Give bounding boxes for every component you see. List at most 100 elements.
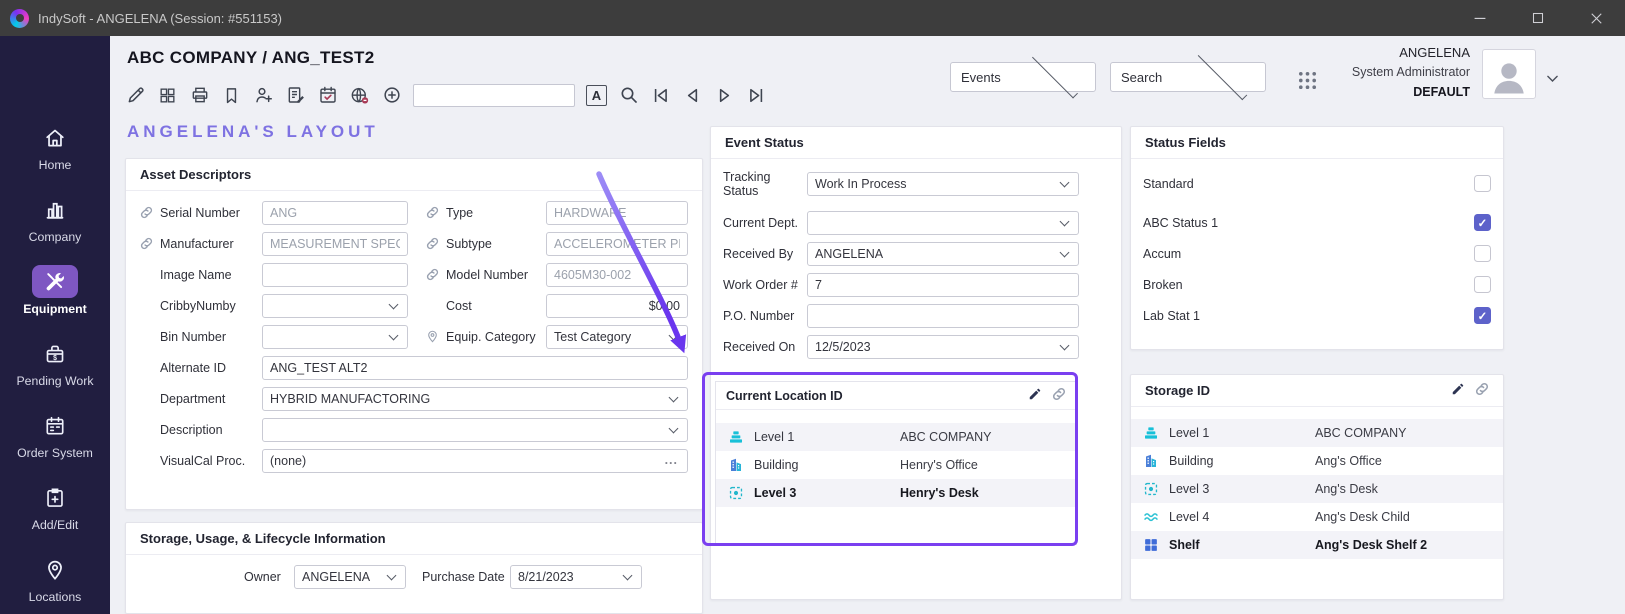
- equip-category-select[interactable]: Test Category: [546, 325, 688, 349]
- abc-status-1-checkbox[interactable]: [1474, 214, 1491, 231]
- building-icon: [1143, 453, 1169, 469]
- owner-select[interactable]: ANGELENA: [294, 565, 406, 589]
- sidebar-item-company[interactable]: Company: [0, 193, 110, 244]
- location-value: Ang's Desk Child: [1315, 510, 1410, 524]
- user-menu-chevron-icon[interactable]: [1544, 70, 1561, 90]
- alternate-id-input[interactable]: [262, 356, 688, 380]
- department-select[interactable]: HYBRID MANUFACTORING: [262, 387, 688, 411]
- maximize-button[interactable]: [1509, 0, 1567, 36]
- subtype-input[interactable]: [546, 232, 688, 256]
- sidebar-item-locations[interactable]: Locations: [0, 553, 110, 604]
- location-row[interactable]: Level 4 Ang's Desk Child: [1131, 503, 1503, 531]
- chevron-down-icon: [1060, 340, 1070, 350]
- purchase-date-select[interactable]: 8/21/2023: [510, 565, 642, 589]
- model-number-input[interactable]: [546, 263, 688, 287]
- broken-checkbox[interactable]: [1474, 276, 1491, 293]
- location-row[interactable]: Building Ang's Office: [1131, 447, 1503, 475]
- location-row[interactable]: Building Henry's Office: [716, 451, 1076, 479]
- bookmark-button[interactable]: [221, 85, 242, 106]
- visualcal-proc-input[interactable]: (none) ...: [262, 449, 688, 473]
- add-record-button[interactable]: [381, 85, 402, 106]
- minimize-button[interactable]: [1451, 0, 1509, 36]
- chevron-down-icon: [623, 570, 633, 580]
- current-location-rows: Level 1 ABC COMPANY Building Henry's Off…: [716, 410, 1076, 507]
- toolbar-search-input[interactable]: [413, 84, 575, 107]
- document-edit-button[interactable]: [285, 85, 306, 106]
- received-on-select[interactable]: 12/5/2023: [807, 335, 1079, 359]
- accum-checkbox[interactable]: [1474, 245, 1491, 262]
- image-name-input[interactable]: [262, 263, 408, 287]
- storage-usage-row: Owner ANGELENA Purchase Date 8/21/2023: [126, 564, 702, 589]
- edit-location-pencil-icon[interactable]: [1028, 387, 1042, 404]
- copy-record-button[interactable]: [157, 85, 178, 106]
- location-row[interactable]: Level 1 ABC COMPANY: [716, 423, 1076, 451]
- status-label: ABC Status 1: [1143, 216, 1218, 230]
- edit-record-button[interactable]: [125, 85, 146, 106]
- select-value: 8/21/2023: [518, 570, 616, 584]
- chevron-down-icon: [1060, 247, 1070, 257]
- next-record-button[interactable]: [714, 85, 735, 106]
- level-1-icon: [728, 429, 754, 445]
- globe-button[interactable]: [349, 85, 370, 106]
- field-label: Alternate ID: [160, 361, 262, 375]
- field-label: VisualCal Proc.: [160, 454, 262, 468]
- apps-grid-icon[interactable]: [1296, 69, 1319, 95]
- status-fields-body: Standard ABC Status 1 Accum Broken Lab S…: [1131, 159, 1503, 328]
- link-location-icon[interactable]: [1052, 387, 1066, 404]
- current-dept-select[interactable]: [807, 211, 1079, 235]
- chevron-down-icon: [387, 570, 397, 580]
- storage-usage-panel: Storage, Usage, & Lifecycle Information …: [125, 522, 703, 614]
- serial-number-input[interactable]: [262, 201, 408, 225]
- sidebar-item-pending-work[interactable]: Pending Work: [0, 337, 110, 388]
- manufacturer-input[interactable]: [262, 232, 408, 256]
- status-row: ABC Status 1: [1143, 210, 1491, 235]
- standard-checkbox[interactable]: [1474, 175, 1491, 192]
- status-label: Lab Stat 1: [1143, 309, 1200, 323]
- sidebar-item-home[interactable]: Home: [0, 121, 110, 172]
- match-case-button[interactable]: A: [586, 85, 607, 106]
- edit-storage-pencil-icon[interactable]: [1451, 382, 1465, 399]
- cribbynumby-select[interactable]: [262, 294, 408, 318]
- location-level: Building: [1169, 454, 1315, 468]
- sidebar-item-order-system[interactable]: Order System: [0, 409, 110, 460]
- status-label: Accum: [1143, 247, 1181, 261]
- field-label: Purchase Date: [422, 570, 510, 584]
- close-button[interactable]: [1567, 0, 1625, 36]
- previous-record-button[interactable]: [682, 85, 703, 106]
- cost-input[interactable]: [546, 294, 688, 318]
- last-record-button[interactable]: [746, 85, 767, 106]
- sidebar: Home Company Equipment Pending Work Orde…: [0, 36, 110, 614]
- print-button[interactable]: [189, 85, 210, 106]
- location-row[interactable]: Level 3 Henry's Desk: [716, 479, 1076, 507]
- chevron-down-icon: [669, 392, 679, 402]
- avatar[interactable]: [1482, 49, 1536, 99]
- events-select[interactable]: Events: [950, 62, 1096, 92]
- lab-stat-1-checkbox[interactable]: [1474, 307, 1491, 324]
- search-icon[interactable]: [618, 85, 639, 106]
- description-select[interactable]: [262, 418, 688, 442]
- chevron-down-icon: [669, 423, 679, 433]
- chevron-down-icon: [389, 330, 399, 340]
- tracking-status-select[interactable]: Work In Process: [807, 172, 1079, 196]
- location-value: Henry's Desk: [900, 486, 979, 500]
- calendar-check-button[interactable]: [317, 85, 338, 106]
- location-row[interactable]: Level 3 Ang's Desk: [1131, 475, 1503, 503]
- location-row[interactable]: Shelf Ang's Desk Shelf 2: [1131, 531, 1503, 559]
- first-record-button[interactable]: [650, 85, 671, 106]
- link-storage-icon[interactable]: [1475, 382, 1489, 399]
- po-number-input[interactable]: [807, 304, 1079, 328]
- status-row: Standard: [1143, 171, 1491, 196]
- type-input[interactable]: [546, 201, 688, 225]
- received-by-select[interactable]: ANGELENA: [807, 242, 1079, 266]
- work-order-input[interactable]: [807, 273, 1079, 297]
- sidebar-item-add-edit[interactable]: Add/Edit: [0, 481, 110, 532]
- link-icon: [426, 206, 446, 219]
- person-add-button[interactable]: [253, 85, 274, 106]
- more-options-button[interactable]: ...: [665, 454, 678, 467]
- field-label: Equip. Category: [446, 330, 546, 344]
- search-select[interactable]: Search: [1110, 62, 1266, 92]
- bar-chart-icon: [32, 193, 78, 226]
- bin-number-select[interactable]: [262, 325, 408, 349]
- sidebar-item-equipment[interactable]: Equipment: [0, 265, 110, 316]
- location-row[interactable]: Level 1 ABC COMPANY: [1131, 419, 1503, 447]
